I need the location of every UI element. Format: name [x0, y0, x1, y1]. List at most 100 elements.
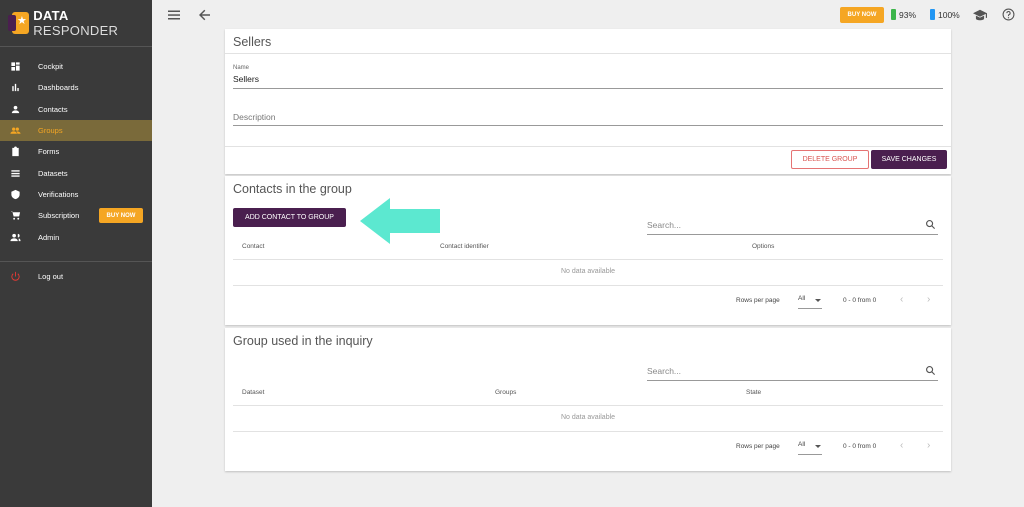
column-header[interactable]: Contact [242, 243, 264, 250]
divider [233, 431, 943, 432]
sidebar-item-label: Admin [38, 232, 60, 242]
sidebar-item-label: Cockpit [38, 62, 64, 72]
empty-message: No data available [560, 414, 616, 421]
sidebar-item-label: Datasets [38, 168, 68, 178]
battery-icon [930, 9, 935, 20]
rows-per-page-select[interactable]: All [798, 295, 822, 309]
search-icon[interactable] [925, 219, 936, 230]
menu-icon[interactable] [168, 9, 180, 21]
battery-value-2: 100% [938, 9, 960, 20]
battery-indicator-1: 93% [891, 9, 916, 20]
search-input[interactable]: Search... [647, 366, 681, 376]
name-underline [233, 88, 943, 89]
sidebar-item-admin[interactable]: Admin [0, 226, 152, 247]
pagination-range: 0 - 0 from 0 [843, 297, 877, 304]
sidebar: ★ DATA RESPONDER Cockpit Dashboards Cont… [0, 0, 152, 507]
app-logo[interactable]: ★ DATA RESPONDER [7, 8, 152, 38]
delete-group-button[interactable]: DELETE GROUP [791, 150, 869, 169]
column-header[interactable]: Groups [495, 389, 516, 396]
shield-check-icon [10, 189, 21, 200]
dropdown-caret-icon [815, 299, 821, 302]
buy-now-button[interactable]: BUY NOW [99, 208, 143, 224]
people-icon [10, 125, 21, 136]
help-icon[interactable] [1002, 8, 1015, 21]
group-title: Sellers [233, 35, 272, 49]
bar-chart-icon [10, 82, 21, 93]
sidebar-item-label: Forms [38, 147, 60, 157]
rows-per-page-value: All [798, 295, 806, 302]
sidebar-item-label: Groups [38, 126, 63, 136]
rows-per-page-label: Rows per page [736, 297, 780, 304]
pagination-range: 0 - 0 from 0 [843, 443, 877, 450]
clipboard-icon [10, 146, 21, 157]
back-arrow-icon[interactable] [198, 8, 212, 22]
contacts-card: Contacts in the group ADD CONTACT TO GRO… [225, 176, 951, 325]
divider [225, 53, 951, 54]
rows-per-page-label: Rows per page [736, 443, 780, 450]
logo-text-bold: DATA [33, 8, 69, 23]
topbar: BUY NOW 93% 100% [152, 0, 1024, 30]
sidebar-item-datasets[interactable]: Datasets [0, 162, 152, 183]
save-changes-button[interactable]: SAVE CHANGES [871, 150, 947, 169]
cart-icon [10, 210, 21, 221]
list-icon [10, 168, 21, 179]
annotation-arrow-icon [360, 198, 440, 244]
sidebar-item-cockpit[interactable]: Cockpit [0, 56, 152, 77]
sidebar-item-subscription[interactable]: Subscription BUY NOW [0, 205, 152, 226]
divider [233, 259, 943, 260]
person-icon [10, 104, 21, 115]
rows-per-page-select[interactable]: All [798, 441, 822, 455]
column-header[interactable]: State [746, 389, 761, 396]
sidebar-item-label: Subscription [38, 211, 80, 221]
sidebar-nav: Cockpit Dashboards Contacts Groups Forms… [0, 56, 152, 248]
add-contact-button[interactable]: ADD CONTACT TO GROUP [233, 208, 346, 227]
description-field[interactable]: Description [233, 112, 276, 122]
sidebar-item-label: Dashboards [38, 83, 79, 93]
power-icon [10, 271, 21, 282]
graduation-cap-icon[interactable] [973, 9, 987, 21]
buy-now-top-button[interactable]: BUY NOW [840, 7, 884, 23]
logout-label: Log out [38, 272, 64, 282]
contacts-search[interactable]: Search... [647, 217, 938, 235]
column-header[interactable]: Options [752, 243, 774, 250]
column-header[interactable]: Dataset [242, 389, 264, 396]
contacts-title: Contacts in the group [233, 182, 352, 196]
sidebar-item-forms[interactable]: Forms [0, 141, 152, 162]
search-icon[interactable] [925, 365, 936, 376]
column-header[interactable]: Contact identifier [440, 243, 489, 250]
logout-button[interactable]: Log out [0, 266, 152, 287]
sidebar-item-dashboards[interactable]: Dashboards [0, 77, 152, 98]
logo-text-light: RESPONDER [33, 23, 119, 38]
sidebar-item-verifications[interactable]: Verifications [0, 184, 152, 205]
description-underline [233, 125, 943, 126]
next-page-icon[interactable]: › [927, 294, 930, 305]
battery-value-1: 93% [899, 9, 917, 20]
divider [233, 405, 943, 406]
inquiry-card: Group used in the inquiry Search... Data… [225, 328, 951, 471]
empty-message: No data available [560, 268, 616, 275]
battery-icon [891, 9, 896, 20]
name-field[interactable]: Sellers [233, 74, 259, 84]
logo-icon: ★ [7, 12, 30, 34]
dashboard-icon [10, 61, 21, 72]
next-page-icon[interactable]: › [927, 440, 930, 451]
admin-people-icon [10, 232, 21, 243]
search-input[interactable]: Search... [647, 220, 681, 230]
name-label: Name [233, 65, 250, 71]
sidebar-item-label: Verifications [38, 189, 79, 199]
inquiry-title: Group used in the inquiry [233, 334, 373, 348]
divider [233, 285, 943, 286]
prev-page-icon[interactable]: ‹ [900, 294, 903, 305]
divider [225, 146, 951, 147]
sidebar-item-contacts[interactable]: Contacts [0, 99, 152, 120]
divider [0, 261, 152, 262]
rows-per-page-value: All [798, 441, 806, 448]
sidebar-item-label: Contacts [38, 104, 68, 114]
prev-page-icon[interactable]: ‹ [900, 440, 903, 451]
group-details-card: Sellers Name Sellers Description DELETE … [225, 29, 951, 174]
battery-indicator-2: 100% [930, 9, 960, 20]
sidebar-item-groups[interactable]: Groups [0, 119, 152, 142]
inquiry-search[interactable]: Search... [647, 363, 938, 381]
divider [0, 46, 152, 47]
dropdown-caret-icon [815, 445, 821, 448]
